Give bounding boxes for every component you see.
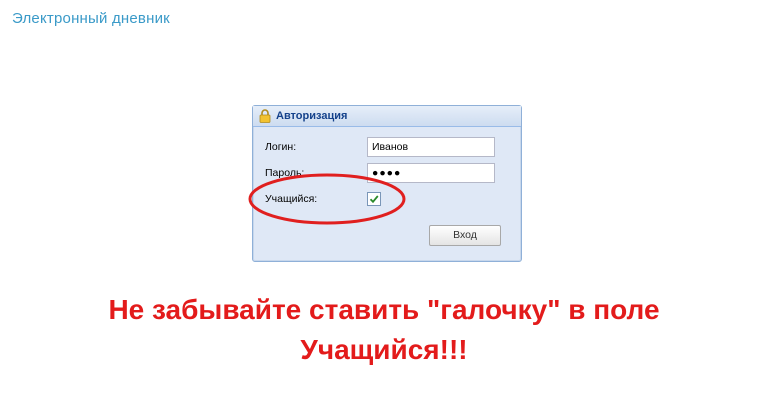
auth-header: Авторизация bbox=[253, 106, 521, 127]
page: Электронный дневник Авторизация Логин: И… bbox=[0, 0, 768, 408]
checkmark-icon bbox=[369, 195, 379, 204]
password-input[interactable]: ●●●● bbox=[367, 163, 495, 183]
login-label: Логин: bbox=[265, 141, 297, 153]
auth-window: Авторизация Логин: Иванов Пароль: ●●●● У… bbox=[252, 105, 522, 262]
student-checkbox[interactable] bbox=[367, 192, 381, 206]
auth-title: Авторизация bbox=[276, 110, 348, 122]
login-input[interactable]: Иванов bbox=[367, 137, 495, 157]
app-title: Электронный дневник bbox=[12, 10, 170, 27]
password-label: Пароль: bbox=[265, 167, 305, 179]
notice: Не забывайте ставить "галочку" в поле Уч… bbox=[0, 290, 768, 370]
student-label: Учащийся: bbox=[265, 193, 318, 205]
notice-line-1: Не забывайте ставить "галочку" в поле bbox=[108, 294, 660, 325]
notice-line-2: Учащийся!!! bbox=[300, 334, 468, 365]
lock-icon bbox=[259, 109, 271, 123]
login-button[interactable]: Вход bbox=[429, 225, 501, 246]
